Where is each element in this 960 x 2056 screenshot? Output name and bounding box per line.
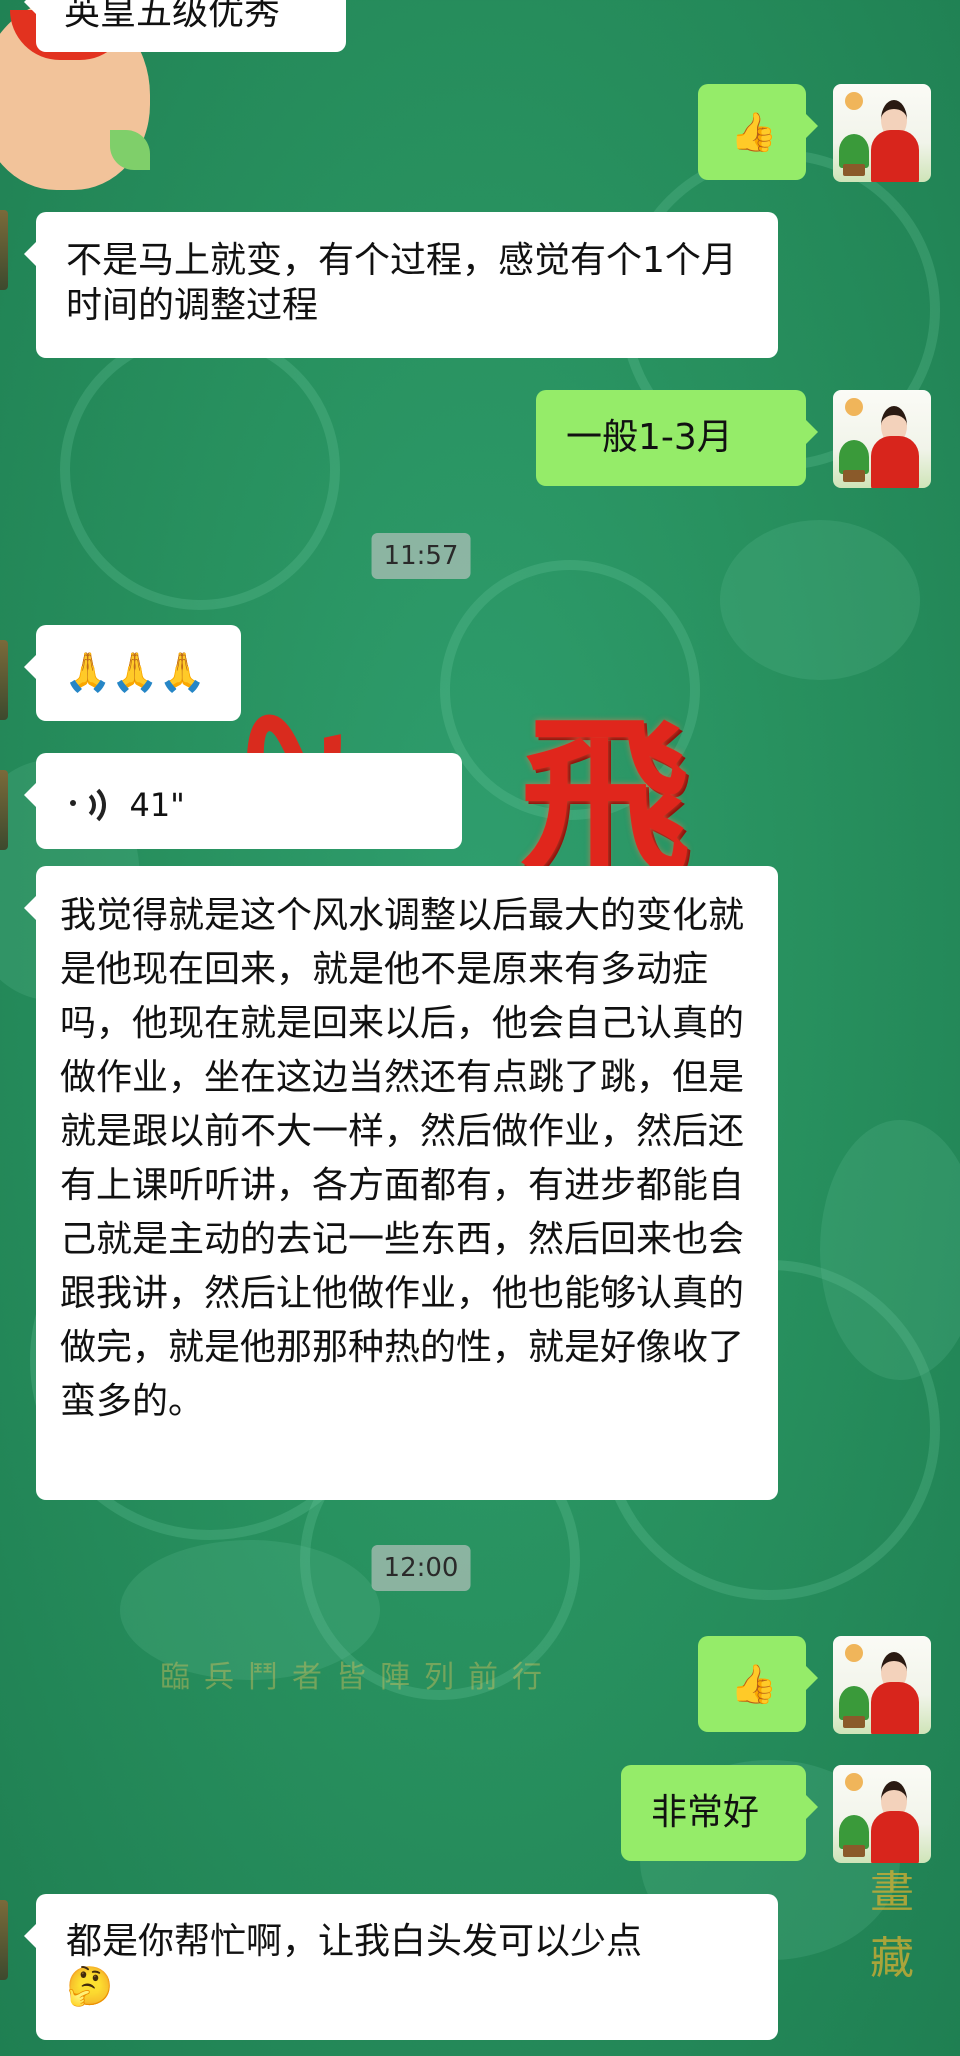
message-bubble-incoming[interactable]: 不是马上就变，有个过程，感觉有个1个月时间的调整过程 (24, 212, 778, 358)
background-stamp: 畫藏 (870, 1867, 914, 1984)
message-bubble-outgoing[interactable]: 一般1-3月 (536, 390, 818, 486)
voice-duration: 41" (129, 785, 185, 824)
avatar-self[interactable] (833, 1636, 931, 1734)
message-bubble-incoming[interactable]: 英皇五级优秀 (24, 0, 346, 52)
message-bubble-incoming[interactable]: 我觉得就是这个风水调整以后最大的变化就是他现在回来，就是他不是原来有多动症吗，他… (24, 866, 778, 1500)
message-text: 都是你帮忙啊，让我白头发可以少点 (66, 1921, 643, 1962)
praying-hands-icon: 🙏🙏🙏 (64, 650, 206, 694)
timestamp: 11:57 (371, 533, 471, 579)
voice-wave-icon (70, 782, 110, 828)
thumbs-up-icon: 👍 (730, 1662, 778, 1706)
message-text: 不是马上就变，有个过程，感觉有个1个月时间的调整过程 (66, 240, 737, 326)
message-text: 一般1-3月 (566, 417, 733, 458)
avatar-self[interactable] (833, 390, 931, 488)
timestamp: 12:00 (371, 1545, 471, 1591)
avatar-self[interactable] (833, 84, 931, 182)
message-text: 非常好 (651, 1792, 760, 1833)
message-bubble-outgoing[interactable]: 👍 (698, 84, 818, 180)
message-text: 我觉得就是这个风水调整以后最大的变化就是他现在回来，就是他不是原来有多动症吗，他… (60, 895, 745, 1422)
message-text: 英皇五级优秀 (64, 0, 281, 33)
message-bubble-outgoing[interactable]: 非常好 (621, 1765, 818, 1861)
thumbs-up-icon: 👍 (730, 110, 778, 154)
message-bubble-incoming[interactable]: 都是你帮忙啊，让我白头发可以少点 🤔 (24, 1894, 778, 2040)
message-bubble-outgoing[interactable]: 👍 (698, 1636, 818, 1732)
avatar-self[interactable] (833, 1765, 931, 1863)
thinking-face-icon: 🤔 (66, 1964, 114, 2008)
message-bubble-incoming[interactable]: 🙏🙏🙏 (24, 625, 241, 721)
background-verse: 臨兵鬥者皆陣列前行 (160, 1660, 556, 1695)
voice-message-bubble[interactable]: 41" (24, 753, 462, 849)
